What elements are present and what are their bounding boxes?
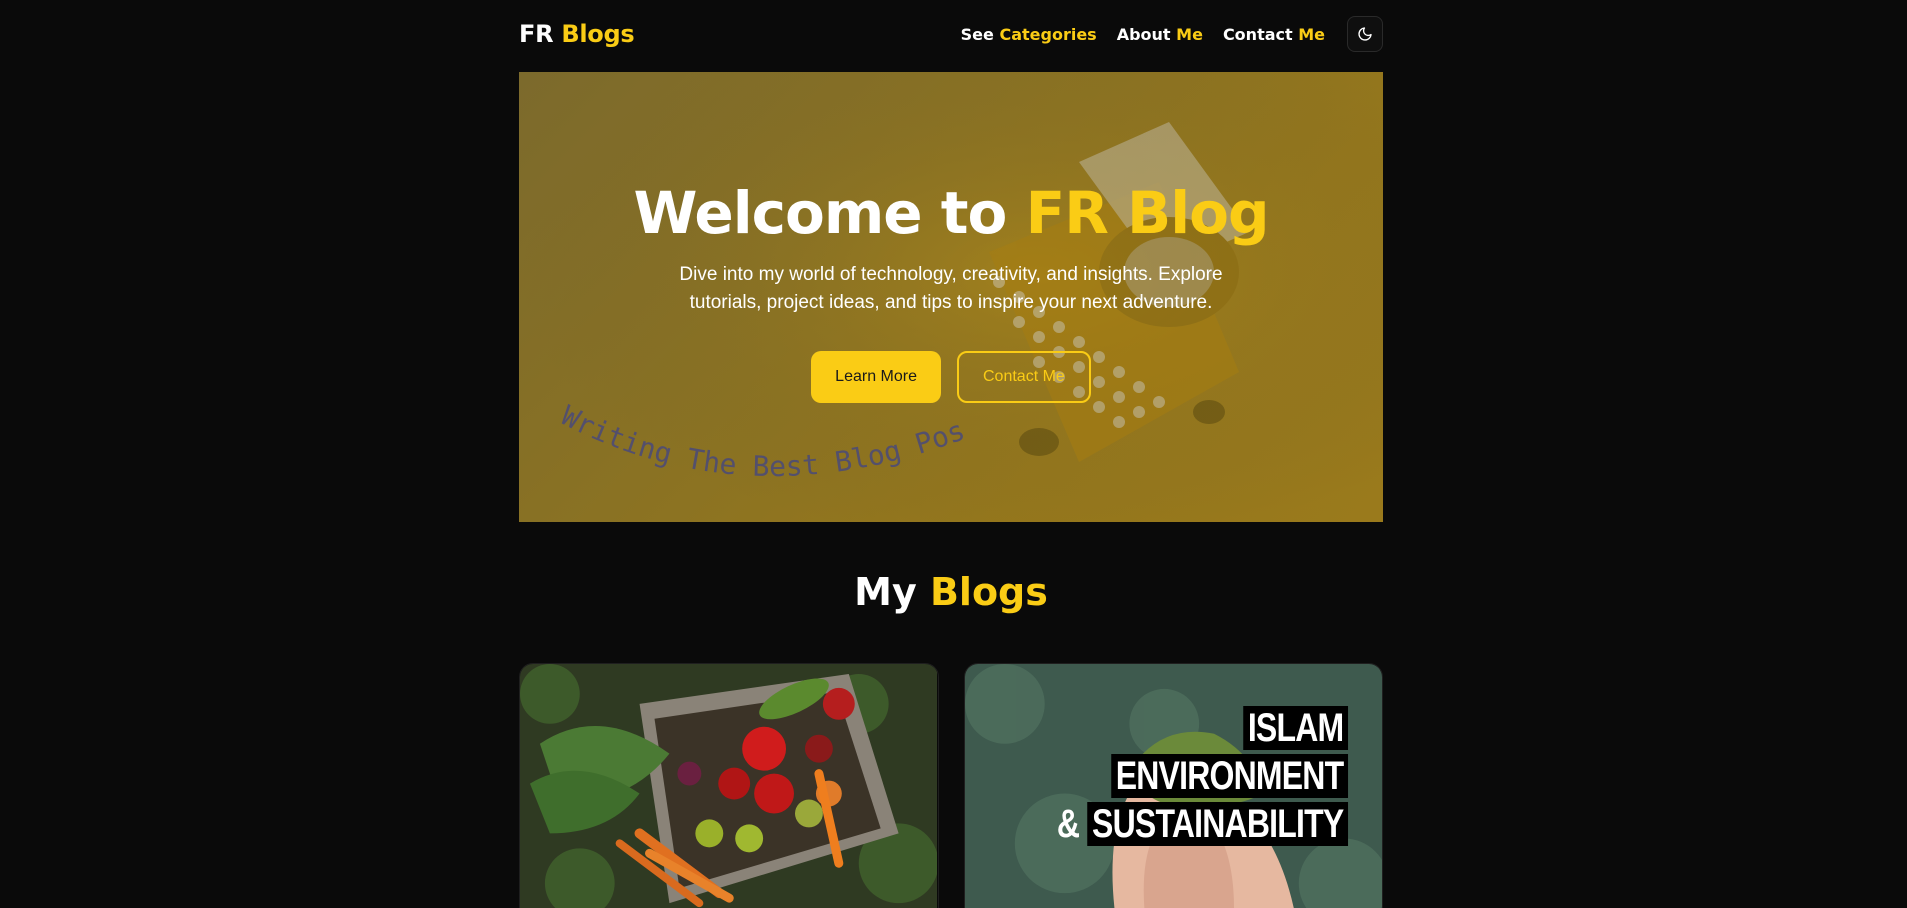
hero-description: Dive into my world of technology, creati…: [679, 263, 1223, 313]
vegetable-crate-image: [520, 664, 938, 908]
overlay-line-environment: ENVIRONMENT: [1110, 754, 1348, 798]
nav-link-categories-second: Categories: [999, 24, 1097, 44]
section-title-first: My: [854, 570, 917, 614]
hero-banner: Writing The Best Blog Post Welcome to FR…: [519, 72, 1383, 522]
logo-second: Blogs: [561, 20, 635, 48]
card-overlay-text: ISLAM ENVIRONMENT & SUSTAINABILITY: [1057, 704, 1348, 848]
nav-link-contact[interactable]: Contact Me: [1223, 25, 1325, 44]
nav-link-about-first: About: [1116, 24, 1171, 44]
navbar: FR Blogs See Categories About Me Contact…: [519, 14, 1383, 54]
overlay-line-ampersand: &: [1056, 802, 1080, 846]
nav-links: See Categories About Me Contact Me: [961, 16, 1383, 52]
nav-link-categories-first: See: [960, 24, 994, 44]
nav-link-contact-second: Me: [1298, 24, 1325, 44]
section-title-second: Blogs: [929, 570, 1048, 614]
nav-link-about-second: Me: [1176, 24, 1203, 44]
hero-title: Welcome to FR Blog: [519, 180, 1383, 247]
nav-link-about[interactable]: About Me: [1117, 25, 1203, 44]
section-title: My Blogs: [519, 570, 1383, 614]
blog-card[interactable]: ISLAM ENVIRONMENT & SUSTAINABILITY: [963, 663, 1383, 908]
logo-first: FR: [519, 20, 554, 48]
hero-buttons: Learn More Contact Me: [519, 350, 1383, 403]
hero-content: Welcome to FR Blog Dive into my world of…: [519, 180, 1383, 403]
site-logo[interactable]: FR Blogs: [519, 20, 635, 48]
hero-title-second: FR Blog: [1025, 179, 1270, 247]
nav-link-contact-first: Contact: [1222, 24, 1293, 44]
page: FR Blogs See Categories About Me Contact…: [0, 0, 1907, 908]
overlay-line-islam: ISLAM: [1242, 706, 1348, 750]
moon-icon: [1358, 27, 1372, 41]
curved-decorative-text: Writing The Best Blog Post: [549, 382, 969, 483]
contact-me-button[interactable]: Contact Me: [957, 350, 1091, 403]
blog-card[interactable]: [519, 663, 939, 908]
learn-more-button[interactable]: Learn More: [811, 350, 941, 403]
overlay-line-sustainability: SUSTAINABILITY: [1087, 802, 1348, 846]
blog-cards: ISLAM ENVIRONMENT & SUSTAINABILITY: [519, 663, 1383, 908]
hero-title-first: Welcome to: [633, 179, 1007, 247]
theme-toggle-button[interactable]: [1347, 16, 1383, 52]
nav-link-categories[interactable]: See Categories: [961, 25, 1097, 44]
